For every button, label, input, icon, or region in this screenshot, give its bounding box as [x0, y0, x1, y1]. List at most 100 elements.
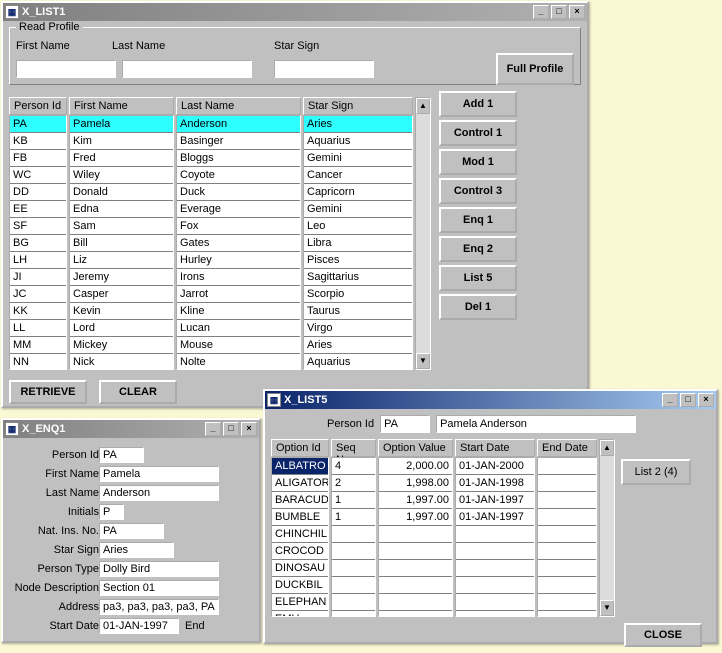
grid-cell[interactable] [538, 458, 596, 475]
grid-cell[interactable] [379, 611, 452, 617]
grid-cell[interactable]: 01-JAN-1998 [456, 475, 534, 492]
grid-cell[interactable] [332, 594, 375, 611]
grid-cell[interactable] [379, 543, 452, 560]
del-1-button[interactable]: Del 1 [439, 294, 517, 320]
grid-cell[interactable]: Gates [177, 235, 300, 252]
close-button-form[interactable]: CLOSE [624, 623, 702, 647]
grid-cell[interactable] [538, 543, 596, 560]
grid-cell[interactable]: DINOSAU [272, 560, 328, 577]
grid-cell[interactable]: Scorpio [304, 286, 412, 303]
grid-cell[interactable]: EE [10, 201, 66, 218]
grid-cell[interactable]: Pamela [70, 116, 173, 133]
grid-cell[interactable]: 01-JAN-1997 [456, 492, 534, 509]
enq-2-button[interactable]: Enq 2 [439, 236, 517, 262]
first-name-field[interactable] [99, 466, 219, 482]
grid-cell[interactable]: Virgo [304, 320, 412, 337]
grid-cell[interactable]: 4 [332, 458, 375, 475]
grid-cell[interactable]: WC [10, 167, 66, 184]
grid-cell[interactable]: Everage [177, 201, 300, 218]
grid-cell[interactable] [379, 526, 452, 543]
grid-cell[interactable] [332, 577, 375, 594]
grid-cell[interactable]: Irons [177, 269, 300, 286]
grid-cell[interactable]: Hurley [177, 252, 300, 269]
minimize-button[interactable]: _ [205, 422, 221, 436]
minimize-button[interactable]: _ [662, 393, 678, 407]
grid-cell[interactable]: Fox [177, 218, 300, 235]
clear-button[interactable]: CLEAR [99, 380, 177, 404]
grid-cell[interactable] [538, 611, 596, 617]
grid-cell[interactable]: Kevin [70, 303, 173, 320]
mod-1-button[interactable]: Mod 1 [439, 149, 517, 175]
grid-cell[interactable] [332, 611, 375, 617]
grid-cell[interactable]: Jeremy [70, 269, 173, 286]
list2-button[interactable]: List 2 (4) [621, 459, 691, 485]
grid-cell[interactable]: Anderson [177, 116, 300, 133]
grid-cell[interactable]: 2,000.00 [379, 458, 452, 475]
grid-cell[interactable]: LH [10, 252, 66, 269]
grid-cell[interactable]: Bloggs [177, 150, 300, 167]
grid-cell[interactable]: 1 [332, 509, 375, 526]
grid-cell[interactable]: DD [10, 184, 66, 201]
grid-cell[interactable]: BG [10, 235, 66, 252]
grid-cell[interactable]: 01-JAN-1997 [456, 509, 534, 526]
star-sign-field[interactable] [99, 542, 174, 558]
address-field[interactable] [99, 599, 219, 615]
grid-cell[interactable]: KK [10, 303, 66, 320]
close-button[interactable]: × [698, 393, 714, 407]
grid-cell[interactable]: Aquarius [304, 133, 412, 150]
grid-cell[interactable]: Kline [177, 303, 300, 320]
enq-1-button[interactable]: Enq 1 [439, 207, 517, 233]
grid-cell[interactable]: Mouse [177, 337, 300, 354]
grid-cell[interactable]: 1,997.00 [379, 492, 452, 509]
grid-cell[interactable]: Cancer [304, 167, 412, 184]
last-name-field[interactable] [99, 485, 219, 501]
grid-header[interactable]: Start Date [455, 439, 535, 457]
grid-header[interactable]: Seq No [331, 439, 376, 457]
grid-cell[interactable]: 1 [332, 492, 375, 509]
grid-cell[interactable]: NN [10, 354, 66, 370]
grid-scrollbar[interactable]: ▲▼ [415, 97, 431, 370]
grid-cell[interactable]: JI [10, 269, 66, 286]
grid-cell[interactable]: Nick [70, 354, 173, 370]
grid-cell[interactable] [379, 560, 452, 577]
person-id-field[interactable] [380, 415, 430, 433]
grid-cell[interactable]: MM [10, 337, 66, 354]
grid-cell[interactable]: Coyote [177, 167, 300, 184]
list-5-button[interactable]: List 5 [439, 265, 517, 291]
person-name-field[interactable] [436, 415, 636, 433]
grid-cell[interactable]: Aries [304, 337, 412, 354]
x-list5-titlebar[interactable]: ▦ X_LIST5 _ □ × [265, 391, 716, 409]
grid-cell[interactable]: PA [10, 116, 66, 133]
grid-cell[interactable] [538, 594, 596, 611]
maximize-button[interactable]: □ [223, 422, 239, 436]
grid-cell[interactable]: Aquarius [304, 354, 412, 370]
grid-cell[interactable] [332, 543, 375, 560]
grid-header[interactable]: Option Value [378, 439, 453, 457]
grid-cell[interactable]: Bill [70, 235, 173, 252]
grid-cell[interactable]: BUMBLE [272, 509, 328, 526]
close-button[interactable]: × [241, 422, 257, 436]
grid-cell[interactable] [456, 543, 534, 560]
grid-cell[interactable]: Lord [70, 320, 173, 337]
grid-cell[interactable] [456, 611, 534, 617]
grid-header[interactable]: End Date [537, 439, 597, 457]
start-date-field[interactable] [99, 618, 179, 634]
control-3-button[interactable]: Control 3 [439, 178, 517, 204]
grid-cell[interactable]: LL [10, 320, 66, 337]
grid-cell[interactable]: CHINCHIL [272, 526, 328, 543]
control-1-button[interactable]: Control 1 [439, 120, 517, 146]
grid-cell[interactable]: Fred [70, 150, 173, 167]
grid-cell[interactable]: Aries [304, 116, 412, 133]
grid-cell[interactable]: DUCKBIL [272, 577, 328, 594]
grid-cell[interactable]: Kim [70, 133, 173, 150]
grid-scrollbar[interactable]: ▲▼ [599, 439, 615, 617]
grid-cell[interactable]: Basinger [177, 133, 300, 150]
grid-cell[interactable]: Taurus [304, 303, 412, 320]
grid-cell[interactable] [538, 475, 596, 492]
close-button[interactable]: × [569, 5, 585, 19]
grid-header[interactable]: Person Id [9, 97, 67, 115]
grid-cell[interactable]: FB [10, 150, 66, 167]
grid-cell[interactable]: Mickey [70, 337, 173, 354]
grid-cell[interactable] [538, 560, 596, 577]
grid-cell[interactable]: Sam [70, 218, 173, 235]
